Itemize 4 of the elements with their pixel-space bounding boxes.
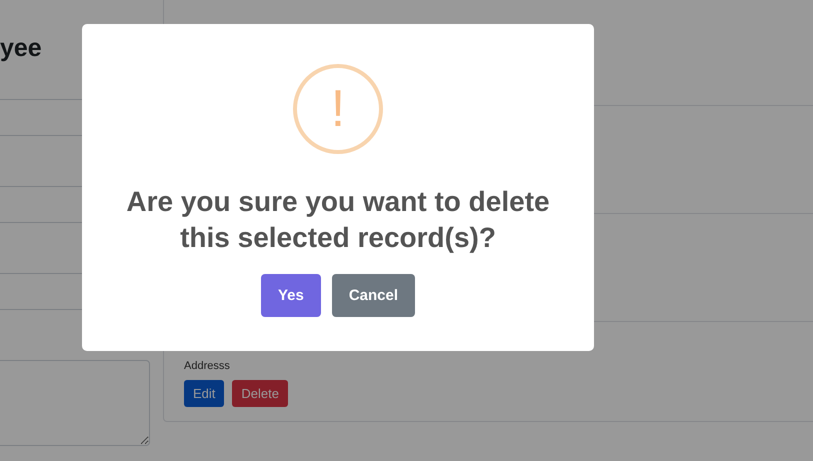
record-address: Addresss: [184, 360, 230, 372]
page-heading: yee: [0, 34, 42, 63]
warning-icon: !: [293, 64, 383, 154]
dialog-message: Are you sure you want to delete this selected record(s)?: [125, 185, 551, 255]
